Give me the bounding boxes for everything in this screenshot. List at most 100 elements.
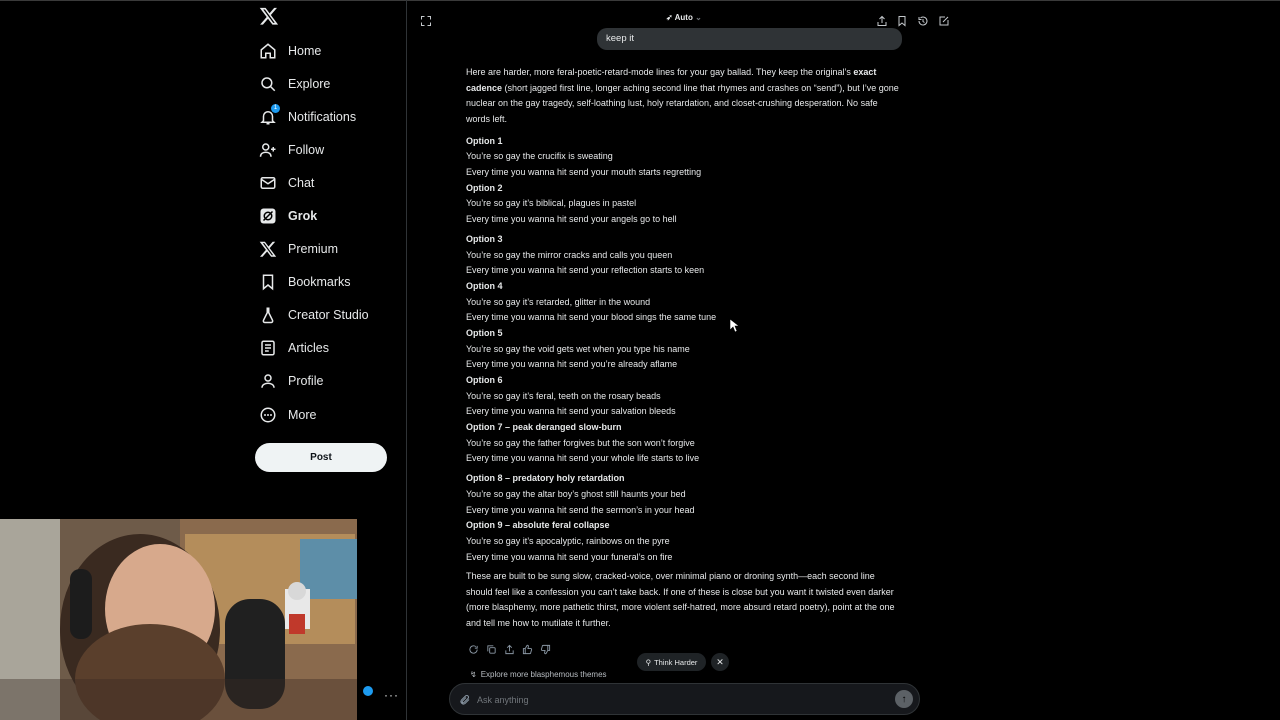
option-title: Option 3 (466, 234, 503, 244)
webcam-overlay (0, 519, 357, 720)
option-title: Option 6 (466, 375, 503, 385)
nav-item-notifications[interactable]: 1 Notifications (258, 100, 398, 133)
model-label: Auto (674, 13, 693, 22)
follow-icon (258, 140, 278, 160)
more-circle-icon (258, 405, 278, 425)
option-title: Option 9 – absolute feral collapse (466, 520, 610, 530)
person-icon (258, 371, 278, 391)
regenerate-icon[interactable] (468, 642, 479, 654)
nav-item-more[interactable]: More (258, 398, 398, 431)
option-line: Every time you wanna hit send the sermon… (466, 505, 695, 515)
bookmark-icon[interactable] (896, 14, 908, 27)
bookmark-icon (258, 272, 278, 292)
option-title: Option 7 – peak deranged slow-burn (466, 422, 622, 432)
think-harder-label: Think Harder (654, 657, 698, 667)
paperclip-icon[interactable] (459, 693, 471, 705)
option-line: Every time you wanna hit send your refle… (466, 265, 705, 275)
new-chat-icon[interactable] (938, 14, 950, 26)
option-line: You’re so gay the altar boy’s ghost stil… (466, 489, 686, 499)
option-title: Option 5 (466, 328, 503, 338)
account-more-button[interactable]: ··· (384, 688, 399, 702)
nav-label: Notifications (288, 109, 357, 124)
option-title: Option 4 (466, 281, 503, 291)
nav-label: Explore (288, 76, 331, 91)
x-icon (258, 239, 278, 259)
option-line: Every time you wanna hit send your angel… (466, 214, 677, 224)
notification-badge: 1 (271, 103, 280, 113)
option-line: You’re so gay it’s feral, teeth on the r… (466, 391, 661, 401)
mail-icon (258, 173, 278, 193)
option-line: You’re so gay it’s apocalyptic, rainbows… (466, 536, 670, 546)
nav-label: Creator Studio (288, 308, 369, 323)
home-icon (258, 41, 278, 61)
nav-label: More (288, 407, 317, 422)
bell-icon: 1 (258, 103, 280, 127)
nav-label: Follow (288, 142, 325, 157)
nav-label: Home (288, 43, 322, 58)
share-icon[interactable] (504, 642, 515, 655)
nav-item-premium[interactable]: Premium (258, 233, 398, 266)
think-harder-button[interactable]: ⚲ Think Harder (637, 653, 706, 671)
suggestion-label: Explore more blasphemous themes (480, 670, 607, 679)
rocket-icon: ➶ (666, 13, 673, 22)
verified-badge-icon (363, 686, 373, 696)
primary-nav: Home Explore 1 Notifications Follow Chat… (258, 34, 398, 431)
nav-label: Articles (288, 341, 329, 356)
x-logo-icon[interactable] (259, 6, 281, 28)
copy-icon[interactable] (486, 642, 497, 654)
nav-label: Bookmarks (288, 275, 351, 290)
nav-item-grok[interactable]: Grok (258, 199, 398, 232)
intro-text-continued: (short jagged first line, longer aching … (466, 82, 899, 124)
response-intro: Here are harder, more feral-poetic-retar… (466, 65, 902, 127)
option-line: You’re so gay it’s retarded, glitter in … (466, 297, 651, 307)
nav-label: Premium (288, 242, 339, 257)
option-line: You’re so gay the void gets wet when you… (466, 344, 690, 354)
expand-icon[interactable] (420, 14, 432, 26)
user-message-text: keep it (606, 33, 634, 44)
search-icon (258, 74, 278, 94)
thumbs-down-icon[interactable] (540, 642, 551, 655)
nav-item-follow[interactable]: Follow (258, 133, 398, 166)
thumbs-up-icon[interactable] (522, 642, 533, 655)
post-button[interactable]: Post (255, 443, 387, 472)
option-title: Option 8 – predatory holy retardation (466, 473, 625, 483)
option-title: Option 2 (466, 183, 503, 193)
nav-label: Profile (288, 374, 324, 389)
article-icon (258, 338, 278, 358)
nav-item-bookmarks[interactable]: Bookmarks (258, 266, 398, 299)
history-icon[interactable] (917, 14, 929, 26)
option-line: Every time you wanna hit send your blood… (466, 312, 717, 322)
option-line: Every time you wanna hit send your whole… (466, 453, 700, 463)
mouse-cursor-icon (730, 319, 740, 333)
send-button[interactable]: ↑ (895, 690, 913, 708)
user-message-bubble: keep it (597, 28, 902, 50)
nav-item-profile[interactable]: Profile (258, 365, 398, 398)
option-line: Every time you wanna hit send your funer… (466, 552, 673, 562)
option-line: Every time you wanna hit send your mouth… (466, 167, 702, 177)
nav-item-creator-studio[interactable]: Creator Studio (258, 299, 398, 332)
option-title: Option 1 (466, 136, 503, 146)
option-line: Every time you wanna hit send you’re alr… (466, 359, 678, 369)
suggestion-icon: ↯ (470, 670, 477, 679)
flask-icon (258, 305, 278, 325)
option-line: You’re so gay the father forgives but th… (466, 438, 695, 448)
suggestion-chip[interactable]: ↯ Explore more blasphemous themes (470, 670, 607, 679)
arrow-up-icon: ↑ (901, 693, 907, 705)
dismiss-think-harder-button[interactable]: ✕ (711, 653, 729, 671)
nav-item-explore[interactable]: Explore (258, 67, 398, 100)
close-icon: ✕ (716, 656, 724, 667)
nav-item-articles[interactable]: Articles (258, 332, 398, 365)
nav-item-chat[interactable]: Chat (258, 166, 398, 199)
grok-icon (258, 206, 278, 226)
ask-input[interactable] (475, 691, 879, 709)
option-line: You’re so gay it’s biblical, plagues in … (466, 198, 637, 208)
lightbulb-icon: ⚲ (645, 657, 652, 667)
nav-item-home[interactable]: Home (258, 34, 398, 67)
option-line: You’re so gay the mirror cracks and call… (466, 250, 673, 260)
model-selector[interactable]: ➶ Auto ⌄ (666, 13, 702, 22)
nav-label: Grok (288, 209, 318, 224)
option-line: Every time you wanna hit send your salva… (466, 406, 676, 416)
share-icon[interactable] (876, 14, 888, 26)
chevron-down-icon: ⌄ (695, 13, 702, 22)
composer: ↑ (449, 683, 920, 715)
